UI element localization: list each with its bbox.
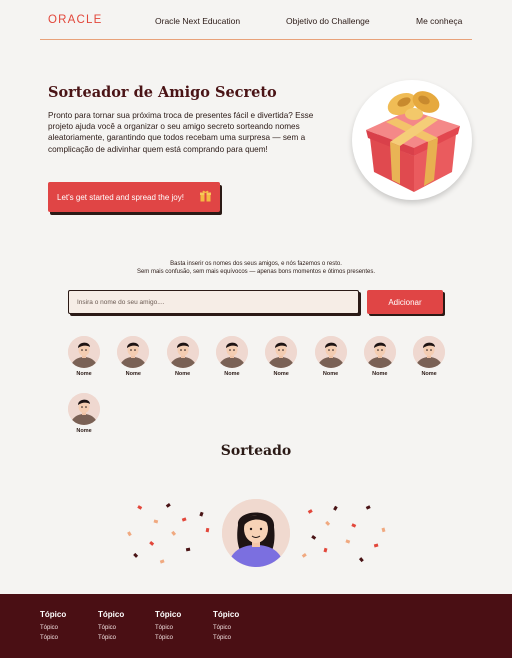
nav-link-objetivo-challenge[interactable]: Objetivo do Challenge [286,16,370,26]
site-header: ORACLE Oracle Next Education Objetivo do… [40,0,472,40]
friend-avatar-icon [413,336,446,368]
friend-avatar-icon [215,336,248,368]
instruction-line-2: Sem mais confusão, sem mais equívocos — … [136,269,376,275]
footer-heading: Tópico [98,610,125,619]
footer-link[interactable]: Tópico [155,623,211,633]
footer-column-1: Tópico Tópico Tópico [40,610,96,643]
friend-card[interactable]: Nome [64,393,104,434]
hero-description: Pronto para tornar sua próxima troca de … [48,111,314,154]
friend-card[interactable]: Nome [409,336,449,377]
gift-box-icon [366,91,460,192]
friend-card[interactable]: Nome [311,336,351,377]
friend-avatar-icon [68,336,100,368]
footer-link[interactable]: Tópico [40,623,96,633]
friend-avatar-icon [314,336,347,368]
hero-title: Sorteador de Amigo Secreto [48,84,277,101]
footer-link[interactable]: Tópico [155,633,211,643]
sorted-title: Sorteado [220,443,292,459]
footer-heading: Tópico [40,610,67,619]
friend-avatar-icon [265,336,298,368]
footer-column-4: Tópico Tópico Tópico [213,610,269,643]
footer-column-3: Tópico Tópico Tópico [155,610,211,643]
gift-illustration [352,80,472,200]
oracle-logo[interactable]: ORACLE [48,14,103,26]
friend-name: Nome [76,371,92,377]
friend-name: Nome [224,371,240,377]
friend-avatar-icon [117,336,150,368]
friend-card[interactable]: Nome [212,336,252,377]
friend-card[interactable]: Nome [113,336,153,377]
nav-link-me-conheca[interactable]: Me conheça [416,16,462,26]
site-footer: Tópico Tópico Tópico Tópico Tópico Tópic… [0,594,512,658]
friend-name-input[interactable] [68,290,359,314]
add-friend-button[interactable]: Adicionar [367,290,443,314]
friend-name: Nome [273,371,289,377]
get-started-button[interactable]: Let's get started and spread the joy! [48,182,220,212]
get-started-label: Let's get started and spread the joy! [57,192,184,202]
footer-link[interactable]: Tópico [98,623,154,633]
nav-link-oracle-next-education[interactable]: Oracle Next Education [155,16,240,26]
footer-link[interactable]: Tópico [213,633,269,643]
friend-name: Nome [322,371,339,377]
friend-card[interactable]: Nome [360,336,400,377]
footer-link[interactable]: Tópico [213,623,269,633]
friend-name: Nome [76,428,92,434]
winner-avatar-icon [222,499,290,567]
friend-name: Nome [372,371,388,377]
friend-name: Nome [125,371,141,377]
footer-heading: Tópico [213,610,240,619]
footer-link[interactable]: Tópico [98,633,154,643]
friend-name: Nome [421,371,437,377]
footer-column-2: Tópico Tópico Tópico [98,610,154,643]
footer-heading: Tópico [155,610,182,619]
gift-icon [200,190,211,202]
friend-card[interactable]: Nome [163,336,203,377]
friend-card[interactable]: Nome [64,336,104,377]
friend-avatar-icon [68,393,100,425]
footer-link[interactable]: Tópico [40,633,96,643]
friend-avatar-icon [363,336,396,368]
instruction-line-1: Basta inserir os nomes dos seus amigos, … [170,261,342,267]
friend-name: Nome [174,371,191,377]
friend-avatar-icon [166,336,199,368]
friend-card[interactable]: Nome [261,336,301,377]
